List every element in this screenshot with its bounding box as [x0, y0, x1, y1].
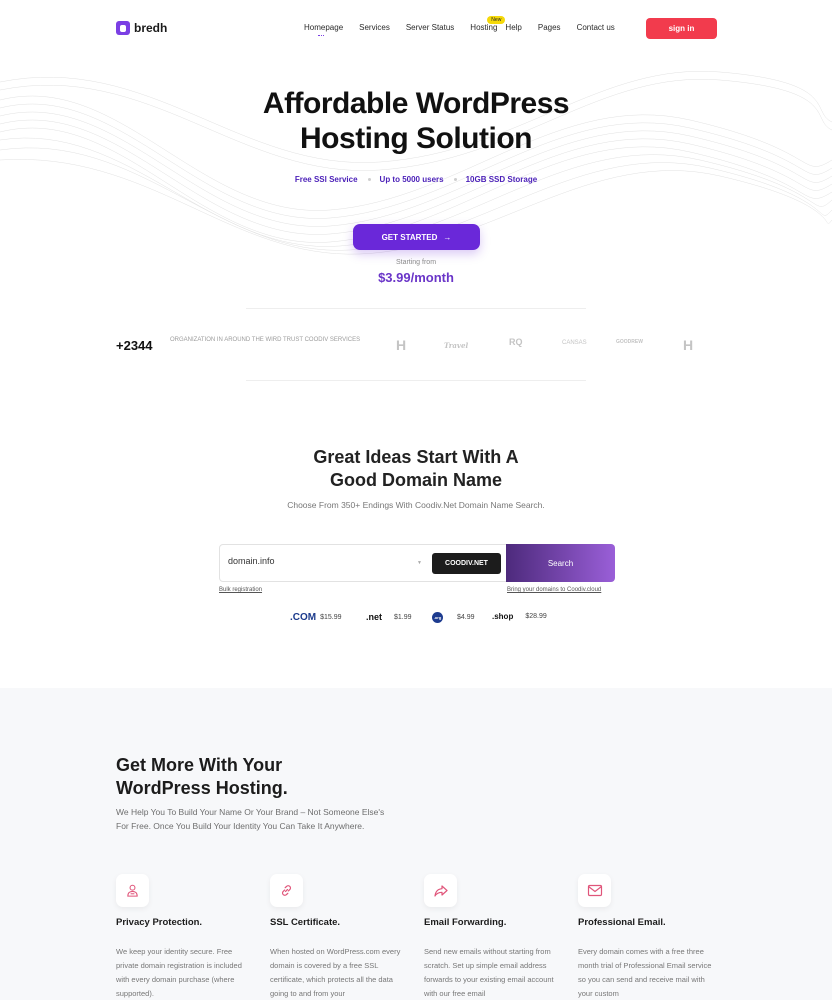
features-title-line2: WordPress Hosting.: [116, 778, 288, 798]
feature-card-ssl: SSL Certificate. When hosted on WordPres…: [270, 874, 410, 1000]
hero-price: $3.99/month: [378, 270, 454, 285]
privacy-icon: [116, 874, 149, 907]
nav-pages[interactable]: Pages: [538, 23, 561, 32]
feature-card-email: Professional Email. Every domain comes w…: [578, 874, 718, 1000]
arrow-right-icon: →: [443, 232, 452, 242]
signin-button[interactable]: sign in: [646, 18, 717, 39]
feature-storage: 10GB SSD Storage: [453, 175, 538, 184]
tld-net-price: $1.99: [394, 613, 412, 621]
card-title: Email Forwarding.: [424, 917, 507, 928]
logo[interactable]: bredh: [116, 21, 167, 35]
hero-features: Free SSl Service Up to 5000 users 10GB S…: [0, 175, 832, 184]
tld-com: .COM $15.99: [290, 612, 342, 623]
nav-hosting-label: Hosting: [470, 23, 498, 32]
nav-hosting[interactable]: New Hosting: [470, 16, 506, 32]
new-badge: New: [487, 16, 506, 24]
search-button[interactable]: Search: [506, 544, 615, 582]
tld-org-logo: .org: [432, 612, 443, 623]
hero-title-line1: Affordable WordPress: [262, 87, 570, 120]
card-title: SSL Certificate.: [270, 917, 341, 928]
feature-users: Up to 5000 users: [367, 175, 444, 184]
forward-icon: [424, 874, 457, 907]
brand-logo-h2: H: [683, 337, 694, 353]
tld-select-button[interactable]: COODIV.NET: [432, 553, 501, 574]
tld-shop: .shop $28.99: [492, 612, 547, 621]
domain-subtitle: Choose From 350+ Endings With Coodiv.Net…: [287, 500, 545, 510]
email-icon: [578, 874, 611, 907]
logo-icon: [116, 21, 130, 35]
tld-net-logo: .net: [366, 612, 383, 622]
divider: [246, 380, 586, 381]
tld-shop-logo: .shop: [492, 612, 514, 621]
feature-card-privacy: Privacy Protection. We keep your identit…: [116, 874, 256, 1000]
tld-com-price: $15.99: [320, 614, 342, 621]
card-text: When hosted on WordPress.com every domai…: [270, 947, 401, 998]
card-text: Send new emails without starting from sc…: [424, 947, 554, 998]
card-title: Professional Email.: [578, 917, 666, 928]
chevron-down-icon[interactable]: ▼: [417, 560, 422, 566]
brand-logo-goodrew: GOODREW: [616, 339, 643, 345]
bring-domains-link[interactable]: Bring your domains to Coodiv.cloud: [507, 587, 601, 593]
card-text: We keep your identity secure. Free priva…: [116, 947, 242, 998]
brand-logo-rq: RQ: [509, 337, 523, 347]
hero-title-line2: Hosting Solution: [300, 122, 532, 155]
domain-search-box: ▼ COODIV.NET Search: [219, 544, 615, 582]
trust-text: ORGANIZATION IN AROUND THE WIRD TRUST CO…: [170, 337, 361, 343]
domain-search-input[interactable]: [228, 556, 408, 566]
domain-title: Great Ideas Start With A Good Domain Nam…: [0, 446, 832, 492]
brand-logo-cansas: CANSAS: [562, 340, 587, 346]
tld-org: .org $4.99: [432, 612, 475, 623]
domain-title-line1: Great Ideas Start With A: [313, 447, 519, 467]
nav-server-status[interactable]: Server Status: [406, 23, 454, 32]
features-subtitle: We Help You To Build Your Name Or Your B…: [116, 807, 385, 831]
tld-net: .net $1.99: [366, 612, 412, 622]
feature-card-forwarding: Email Forwarding. Send new emails withou…: [424, 874, 564, 1000]
starting-from-label: Starting from: [395, 259, 437, 266]
logo-text: bredh: [134, 21, 168, 35]
link-icon: [270, 874, 303, 907]
tld-shop-price: $28.99: [525, 613, 547, 620]
tld-com-logo: .COM: [290, 612, 317, 623]
get-started-button[interactable]: GET STARTED →: [353, 224, 480, 250]
features-title: Get More With Your WordPress Hosting.: [116, 754, 288, 800]
main-nav: Homepage Services Server Status New Host…: [304, 16, 631, 36]
nav-contact[interactable]: Contact us: [577, 23, 615, 32]
domain-title-line2: Good Domain Name: [329, 470, 503, 490]
card-title: Privacy Protection.: [116, 917, 203, 928]
bulk-registration-link[interactable]: Bulk registration: [219, 587, 262, 593]
tld-prices: .COM $15.99 .net $1.99 .org $4.99 .shop …: [0, 612, 832, 626]
brand-logo-h: H: [396, 337, 407, 353]
features-title-line1: Get More With Your: [116, 755, 283, 775]
tld-org-price: $4.99: [457, 614, 475, 621]
feature-ssl: Free SSl Service: [294, 175, 358, 184]
nav-help[interactable]: Help: [505, 23, 521, 32]
brand-logo-travel: Travel: [444, 341, 469, 350]
nav-services[interactable]: Services: [359, 23, 390, 32]
get-started-label: GET STARTED: [381, 232, 438, 242]
nav-homepage[interactable]: Homepage: [304, 23, 343, 36]
top-navbar: bredh Homepage Services Server Status Ne…: [0, 0, 832, 56]
hero-title: Affordable WordPress Hosting Solution: [0, 86, 832, 156]
trust-count: +2344: [116, 338, 153, 353]
divider: [246, 308, 586, 309]
card-text: Every domain comes with a free three mon…: [578, 947, 712, 998]
